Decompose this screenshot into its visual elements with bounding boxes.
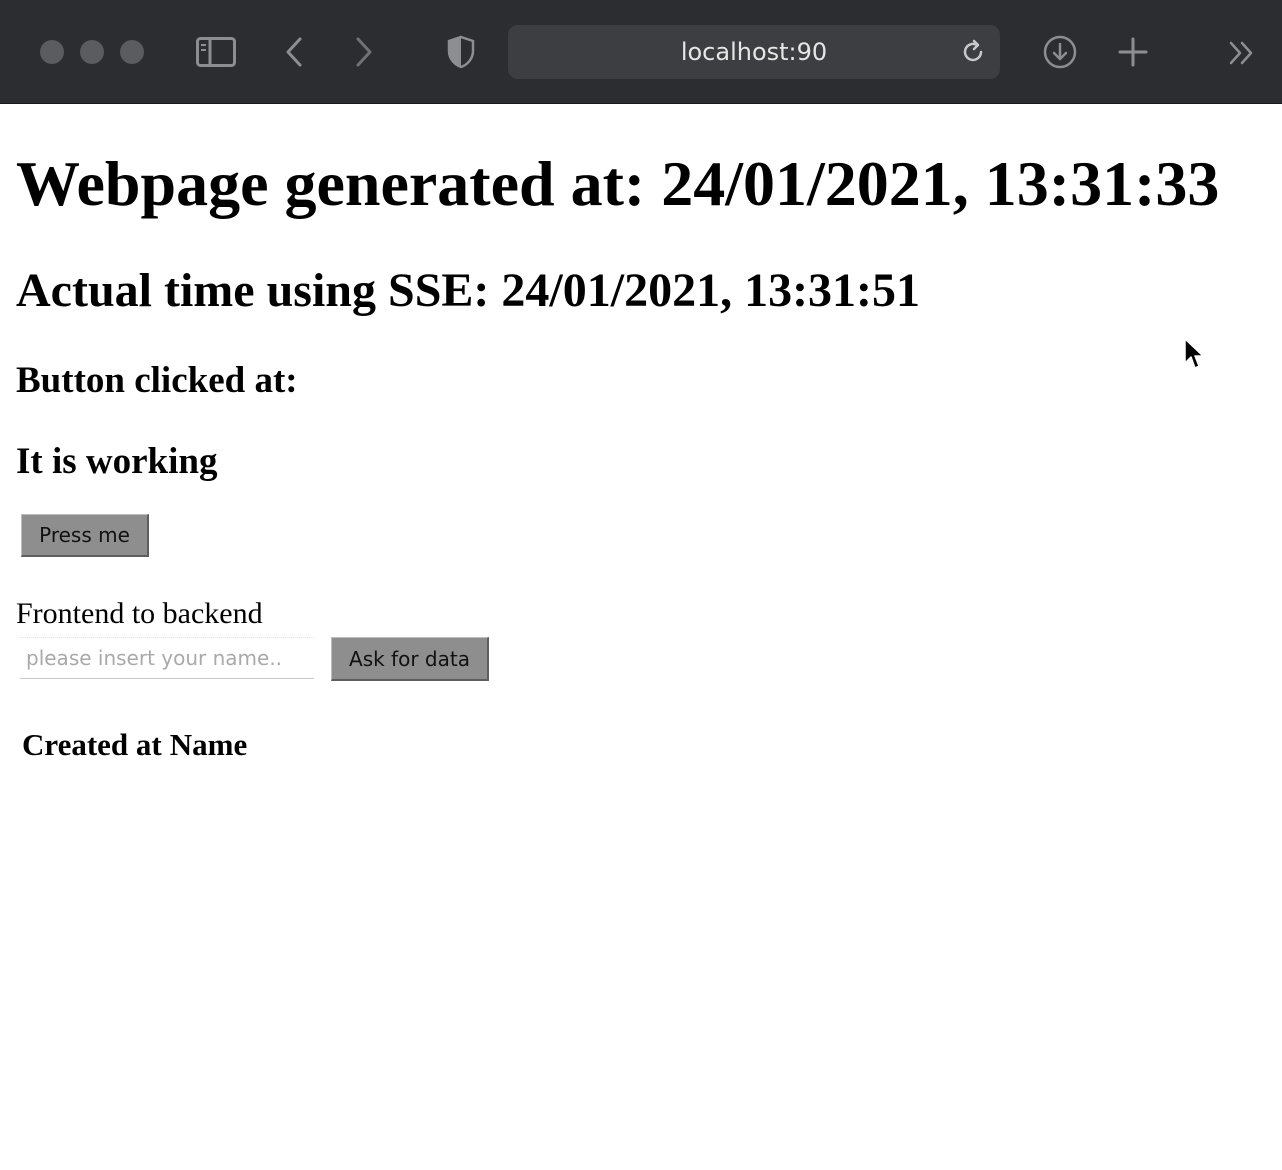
ask-for-data-button[interactable]: Ask for data xyxy=(331,637,489,681)
browser-toolbar: localhost:90 xyxy=(0,0,1282,104)
generated-at-heading: Webpage generated at: 24/01/2021, 13:31:… xyxy=(16,148,1220,219)
status-heading: It is working xyxy=(16,441,218,482)
column-header-name: Name xyxy=(169,727,248,762)
mouse-cursor-icon xyxy=(1184,338,1204,375)
back-icon[interactable] xyxy=(284,36,304,68)
frontend-label: Frontend to backend xyxy=(16,597,263,630)
press-me-button[interactable]: Press me xyxy=(21,514,149,557)
sidebar-icon[interactable] xyxy=(196,37,236,67)
window-zoom-button[interactable] xyxy=(120,40,144,64)
reload-icon[interactable] xyxy=(960,39,986,70)
privacy-shield-icon[interactable] xyxy=(447,35,475,69)
page-content: Webpage generated at: 24/01/2021, 13:31:… xyxy=(0,105,1282,1170)
address-url[interactable]: localhost:90 xyxy=(508,25,1000,79)
column-header-created-at: Created at xyxy=(22,727,162,762)
sse-time-heading: Actual time using SSE: 24/01/2021, 13:31… xyxy=(16,264,921,317)
window-close-button[interactable] xyxy=(40,40,64,64)
button-clicked-heading: Button clicked at: xyxy=(16,360,298,401)
new-tab-icon[interactable] xyxy=(1118,37,1148,67)
data-table-header: Created at Name xyxy=(22,727,247,763)
overflow-chevrons-icon[interactable] xyxy=(1228,40,1256,66)
address-bar[interactable]: localhost:90 xyxy=(508,25,1000,79)
forward-icon[interactable] xyxy=(354,36,374,68)
download-icon[interactable] xyxy=(1043,35,1077,69)
name-input[interactable] xyxy=(20,637,314,679)
window-minimize-button[interactable] xyxy=(80,40,104,64)
